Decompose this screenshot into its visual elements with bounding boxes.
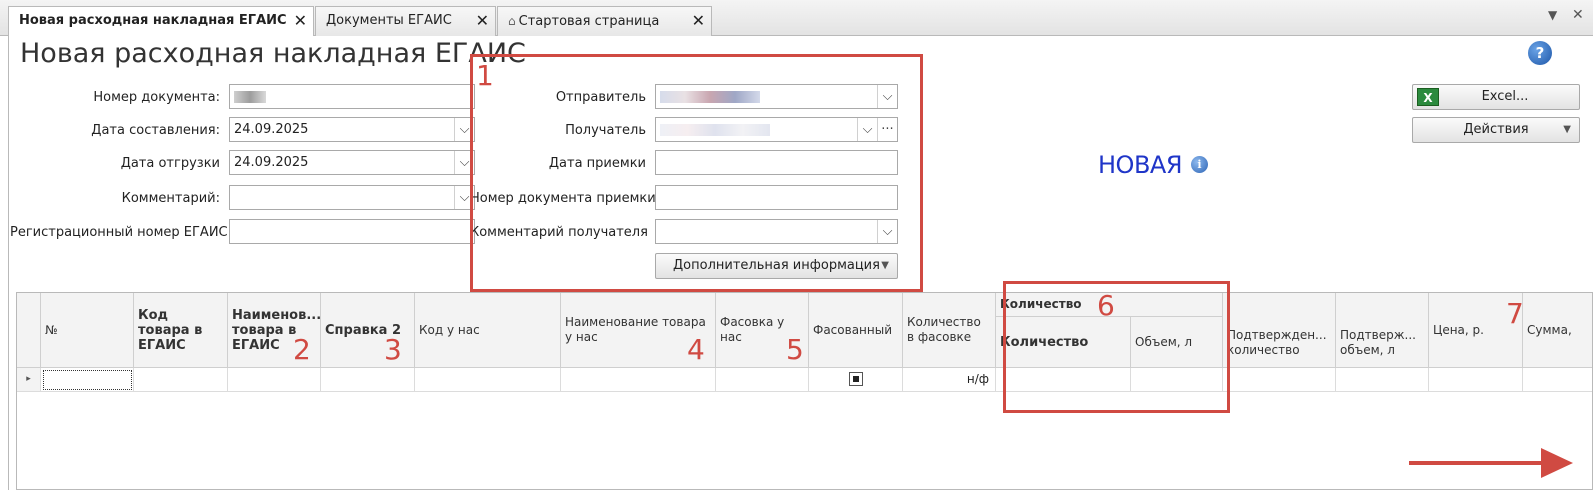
col-header-confirmed-qty[interactable]: Подтвержден... количество <box>1223 293 1336 368</box>
packed-checkbox[interactable] <box>849 372 863 386</box>
date-created-input[interactable]: 24.09.2025 ⌵ <box>229 117 475 142</box>
date-shipped-label: Дата отгрузки <box>120 156 220 171</box>
tab-label: Стартовая страница <box>518 14 660 29</box>
annotation-number-6: 6 <box>1097 289 1115 322</box>
date-shipped-input[interactable]: 24.09.2025 ⌵ <box>229 150 475 175</box>
doc-number-label: Номер документа: <box>93 90 220 105</box>
col-header-packed[interactable]: Фасованный <box>809 293 903 368</box>
tab-bar: Новая расходная накладная ЕГАИС ✕ Докуме… <box>0 0 1593 37</box>
tab-start-page[interactable]: ⌂ Стартовая страница ✕ <box>497 6 712 36</box>
annotation-box-6 <box>1003 281 1230 413</box>
close-all-icon[interactable]: ✕ <box>1572 7 1584 23</box>
annotation-box-1 <box>470 54 923 292</box>
home-icon: ⌂ <box>508 14 516 28</box>
tab-new-waybill[interactable]: Новая расходная накладная ЕГАИС ✕ <box>8 6 314 37</box>
scroll-right-arrow-head <box>1541 448 1573 478</box>
cell-packed[interactable] <box>809 368 903 392</box>
comment-label: Комментарий: <box>121 191 220 206</box>
help-icon[interactable]: ? <box>1528 41 1552 65</box>
annotation-number-4: 4 <box>687 333 705 366</box>
tab-label: Документы ЕГАИС <box>326 13 452 28</box>
cell-spravka2[interactable] <box>321 368 415 392</box>
cell-our-code[interactable] <box>415 368 561 392</box>
annotation-number-2: 2 <box>293 333 311 366</box>
col-header-sum[interactable]: Сумма, <box>1523 293 1592 368</box>
row-marker[interactable]: ▸ <box>17 368 41 392</box>
cell-our-packing[interactable] <box>716 368 809 392</box>
cell-egais-code[interactable] <box>134 368 228 392</box>
cell-our-name[interactable] <box>561 368 716 392</box>
tab-menu-icon[interactable]: ▼ <box>1548 8 1557 22</box>
page-title: Новая расходная накладная ЕГАИС <box>20 38 526 69</box>
cell-sum[interactable] <box>1523 368 1592 392</box>
cell-confirmed-volume[interactable] <box>1336 368 1429 392</box>
redacted-value <box>234 90 266 103</box>
col-header-our-code[interactable]: Код у нас <box>415 293 561 368</box>
actions-button[interactable]: Действия ▼ <box>1412 117 1580 143</box>
comment-input[interactable]: ⌵ <box>229 185 475 210</box>
excel-button[interactable]: X Excel... <box>1412 84 1580 110</box>
items-grid: № Код товара в ЕГАИС Наименов... товара … <box>16 292 1593 490</box>
col-header-confirmed-volume[interactable]: Подтверж... объем, л <box>1336 293 1429 368</box>
excel-icon: X <box>1417 88 1439 106</box>
annotation-number-3: 3 <box>384 333 402 366</box>
tab-label: Новая расходная накладная ЕГАИС <box>19 13 287 28</box>
cell-num[interactable] <box>41 368 134 392</box>
cell-egais-name[interactable] <box>228 368 321 392</box>
col-header-egais-code[interactable]: Код товара в ЕГАИС <box>134 293 228 368</box>
close-icon[interactable]: ✕ <box>476 7 489 35</box>
col-header-qty-in-pack[interactable]: Количество в фасовке <box>903 293 996 368</box>
annotation-number-1: 1 <box>476 59 494 92</box>
caret-down-icon: ▼ <box>1563 124 1571 135</box>
tab-egais-documents[interactable]: Документы ЕГАИС ✕ <box>315 6 496 36</box>
scroll-right-arrow <box>1409 461 1549 465</box>
egais-reg-number-label: Регистрационный номер ЕГАИС: <box>10 225 233 240</box>
close-icon[interactable]: ✕ <box>294 7 307 35</box>
annotation-number-5: 5 <box>786 333 804 366</box>
doc-number-input[interactable] <box>229 84 475 109</box>
cell-price[interactable] <box>1429 368 1523 392</box>
cell-confirmed-qty[interactable] <box>1223 368 1336 392</box>
row-header-corner <box>17 293 41 368</box>
date-created-label: Дата составления: <box>91 123 220 138</box>
info-icon[interactable]: i <box>1191 156 1208 173</box>
status-badge: НОВАЯ <box>1098 151 1183 179</box>
col-header-num[interactable]: № <box>41 293 134 368</box>
annotation-number-7: 7 <box>1506 297 1524 330</box>
egais-reg-number-input[interactable] <box>229 219 475 244</box>
cell-qty-in-pack[interactable]: н/ф <box>903 368 996 392</box>
close-icon[interactable]: ✕ <box>692 7 705 35</box>
